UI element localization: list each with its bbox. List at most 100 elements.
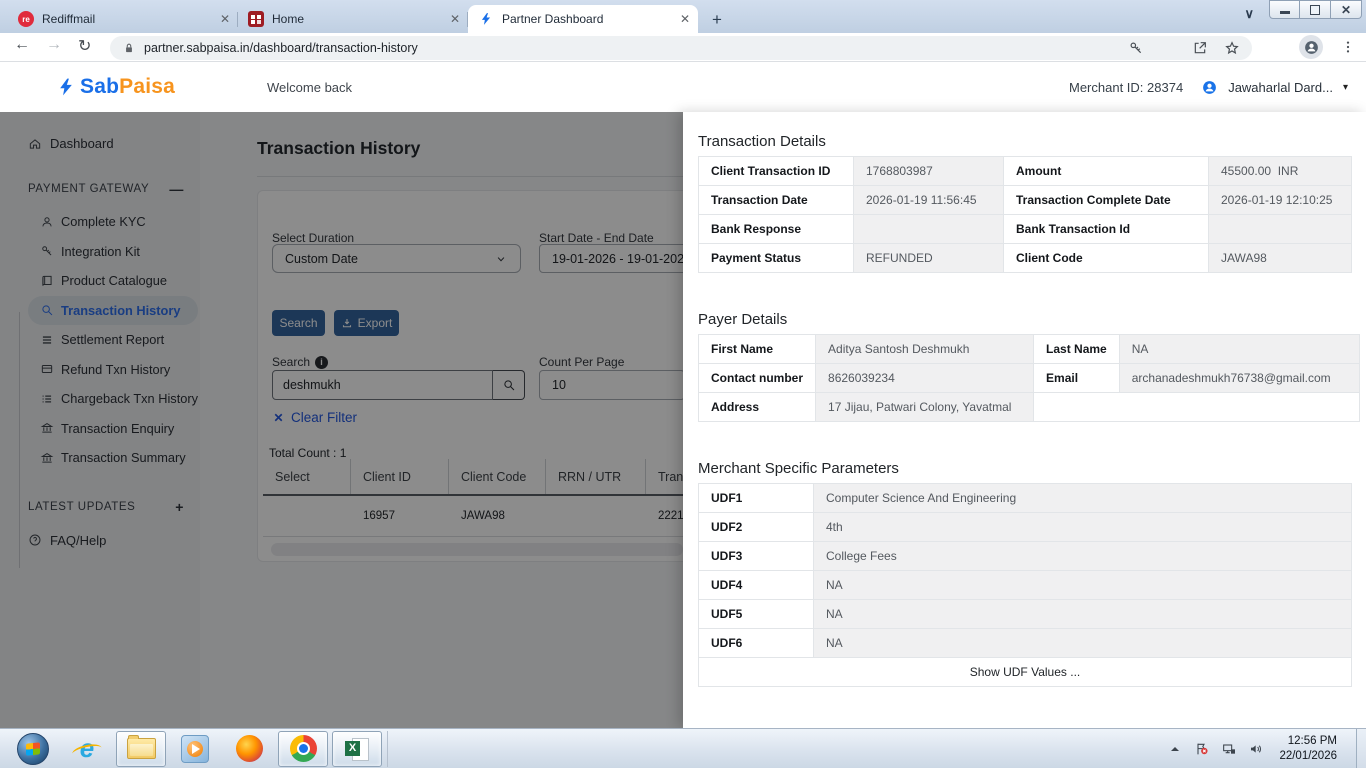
person-circle-icon: [1201, 79, 1218, 96]
firefox[interactable]: [224, 731, 274, 767]
show-udf-values-link[interactable]: Show UDF Values ...: [699, 658, 1352, 687]
section-title-transaction-details: Transaction Details: [698, 133, 826, 150]
browser-tabstrip: reRediffmail✕Home✕Partner Dashboard✕+ ∨ …: [0, 0, 1366, 33]
file-explorer[interactable]: [116, 731, 166, 767]
restore-icon: [1310, 5, 1320, 15]
action-center-icon[interactable]: [1194, 741, 1210, 757]
detail-cell-value: NA: [814, 571, 1352, 600]
desktop-screen: reRediffmail✕Home✕Partner Dashboard✕+ ∨ …: [0, 0, 1366, 768]
detail-cell-value: 4th: [814, 513, 1352, 542]
user-menu[interactable]: Jawaharlal Dard...: [1228, 80, 1333, 95]
detail-cell-label: Amount: [1004, 157, 1209, 186]
key-icon[interactable]: [1128, 40, 1144, 56]
profile-icon[interactable]: [1299, 35, 1323, 59]
detail-cell-label: UDF4: [699, 571, 814, 600]
detail-cell-value: NA: [814, 600, 1352, 629]
detail-row: Client Transaction ID1768803987Amount455…: [699, 157, 1352, 186]
minimize-button[interactable]: [1269, 0, 1300, 19]
clock-time: 12:56 PM: [1279, 734, 1337, 749]
modal-dim-overlay[interactable]: [0, 112, 683, 728]
section-title-merchant-specific-parameters: Merchant Specific Parameters: [698, 460, 899, 477]
detail-cell-label: Payment Status: [699, 244, 854, 273]
restore-button[interactable]: [1300, 0, 1331, 19]
payer-details-table: First NameAditya Santosh DeshmukhLast Na…: [698, 334, 1360, 422]
detail-row: UDF4NA: [699, 571, 1352, 600]
tray-expand-icon[interactable]: [1167, 741, 1183, 757]
tab-close-icon[interactable]: ✕: [450, 12, 460, 26]
detail-cell-label: Transaction Date: [699, 186, 854, 215]
volume-icon[interactable]: [1248, 741, 1264, 757]
detail-cell-value: archanadeshmukh76738@gmail.com: [1119, 364, 1359, 393]
excel-icon: [345, 737, 369, 761]
detail-row: UDF24th: [699, 513, 1352, 542]
tab-search-caret-icon[interactable]: ∨: [1244, 6, 1254, 22]
lightning-icon: [56, 75, 76, 99]
toolbar-right-icons: [1266, 35, 1356, 59]
detail-cell-value: NA: [814, 629, 1352, 658]
detail-cell-value: 17 Jijau, Patwari Colony, Yavatmal: [816, 393, 1034, 422]
detail-row: Bank ResponseBank Transaction Id: [699, 215, 1352, 244]
user-menu-caret-icon[interactable]: ▾: [1343, 82, 1348, 93]
media-player[interactable]: [170, 731, 220, 767]
windows-start-icon: [17, 733, 49, 765]
network-icon[interactable]: [1221, 741, 1237, 757]
detail-cell-label: Client Transaction ID: [699, 157, 854, 186]
back-arrow-icon[interactable]: ←: [14, 36, 30, 54]
detail-row: Payment StatusREFUNDEDClient CodeJAWA98: [699, 244, 1352, 273]
reload-icon[interactable]: ↻: [78, 36, 91, 56]
detail-cell-value: [854, 215, 1004, 244]
tab-close-icon[interactable]: ✕: [680, 12, 690, 26]
detail-row: UDF6NA: [699, 629, 1352, 658]
taskbar: e 12:56 PM 22/01/2026: [0, 728, 1366, 768]
detail-cell-value: JAWA98: [1209, 244, 1352, 273]
detail-cell-value: 1768803987: [854, 157, 1004, 186]
detail-cell-label: UDF1: [699, 484, 814, 513]
tab-close-icon[interactable]: ✕: [220, 12, 230, 26]
transaction-details-table: Client Transaction ID1768803987Amount455…: [698, 156, 1352, 273]
side-panel-icon[interactable]: [1266, 39, 1282, 55]
browser-tab-home[interactable]: Home✕: [238, 5, 468, 33]
detail-cell-value: 2026-01-19 11:56:45: [854, 186, 1004, 215]
url-text[interactable]: partner.sabpaisa.in/dashboard/transactio…: [144, 41, 1128, 55]
taskbar-apps: e: [6, 729, 384, 768]
browser-tab-rediffmail[interactable]: reRediffmail✕: [8, 5, 238, 33]
new-tab-button[interactable]: +: [704, 7, 730, 33]
detail-row: Contact number8626039234Emailarchanadesh…: [699, 364, 1360, 393]
detail-cell-value: 2026-01-19 12:10:25: [1209, 186, 1352, 215]
section-title-payer-details: Payer Details: [698, 311, 787, 328]
omnibox-icons: [1128, 40, 1240, 56]
detail-cell-label: Bank Response: [699, 215, 854, 244]
close-icon: ✕: [1341, 3, 1351, 17]
menu-icon[interactable]: [1340, 39, 1356, 55]
detail-cell-label: Contact number: [699, 364, 816, 393]
home-red-favicon-icon: [248, 11, 264, 27]
forward-arrow-icon[interactable]: →: [46, 36, 62, 54]
tab-list: reRediffmail✕Home✕Partner Dashboard✕+: [8, 5, 730, 33]
sabpaisa-logo[interactable]: SabPaisa: [56, 75, 175, 99]
detail-cell-label: UDF2: [699, 513, 814, 542]
chrome[interactable]: [278, 731, 328, 767]
clock-date: 22/01/2026: [1279, 749, 1337, 764]
taskbar-clock[interactable]: 12:56 PM 22/01/2026: [1279, 734, 1337, 764]
star-icon[interactable]: [1224, 40, 1240, 56]
detail-cell-label: UDF3: [699, 542, 814, 571]
detail-row: Address17 Jijau, Patwari Colony, Yavatma…: [699, 393, 1360, 422]
firefox-icon: [236, 735, 263, 762]
start-button[interactable]: [8, 731, 58, 767]
detail-cell-value: NA: [1119, 335, 1359, 364]
close-button[interactable]: ✕: [1331, 0, 1362, 19]
excel[interactable]: [332, 731, 382, 767]
share-icon[interactable]: [1192, 40, 1208, 56]
sabpaisa-favicon-icon: [478, 11, 494, 27]
rediffmail-favicon-icon: re: [18, 11, 34, 27]
zoom-out-icon[interactable]: [1160, 40, 1176, 56]
address-bar[interactable]: partner.sabpaisa.in/dashboard/transactio…: [110, 36, 1252, 60]
detail-row: First NameAditya Santosh DeshmukhLast Na…: [699, 335, 1360, 364]
browser-tab-partner-dashboard[interactable]: Partner Dashboard✕: [468, 5, 698, 33]
transaction-detail-panel: Transaction Details Client Transaction I…: [683, 112, 1366, 728]
detail-cell-label: UDF6: [699, 629, 814, 658]
app-header: SabPaisa Welcome back Merchant ID: 28374…: [0, 62, 1366, 112]
show-desktop-button[interactable]: [1356, 729, 1366, 768]
detail-cell-value: 8626039234: [816, 364, 1034, 393]
internet-explorer[interactable]: e: [62, 731, 112, 767]
